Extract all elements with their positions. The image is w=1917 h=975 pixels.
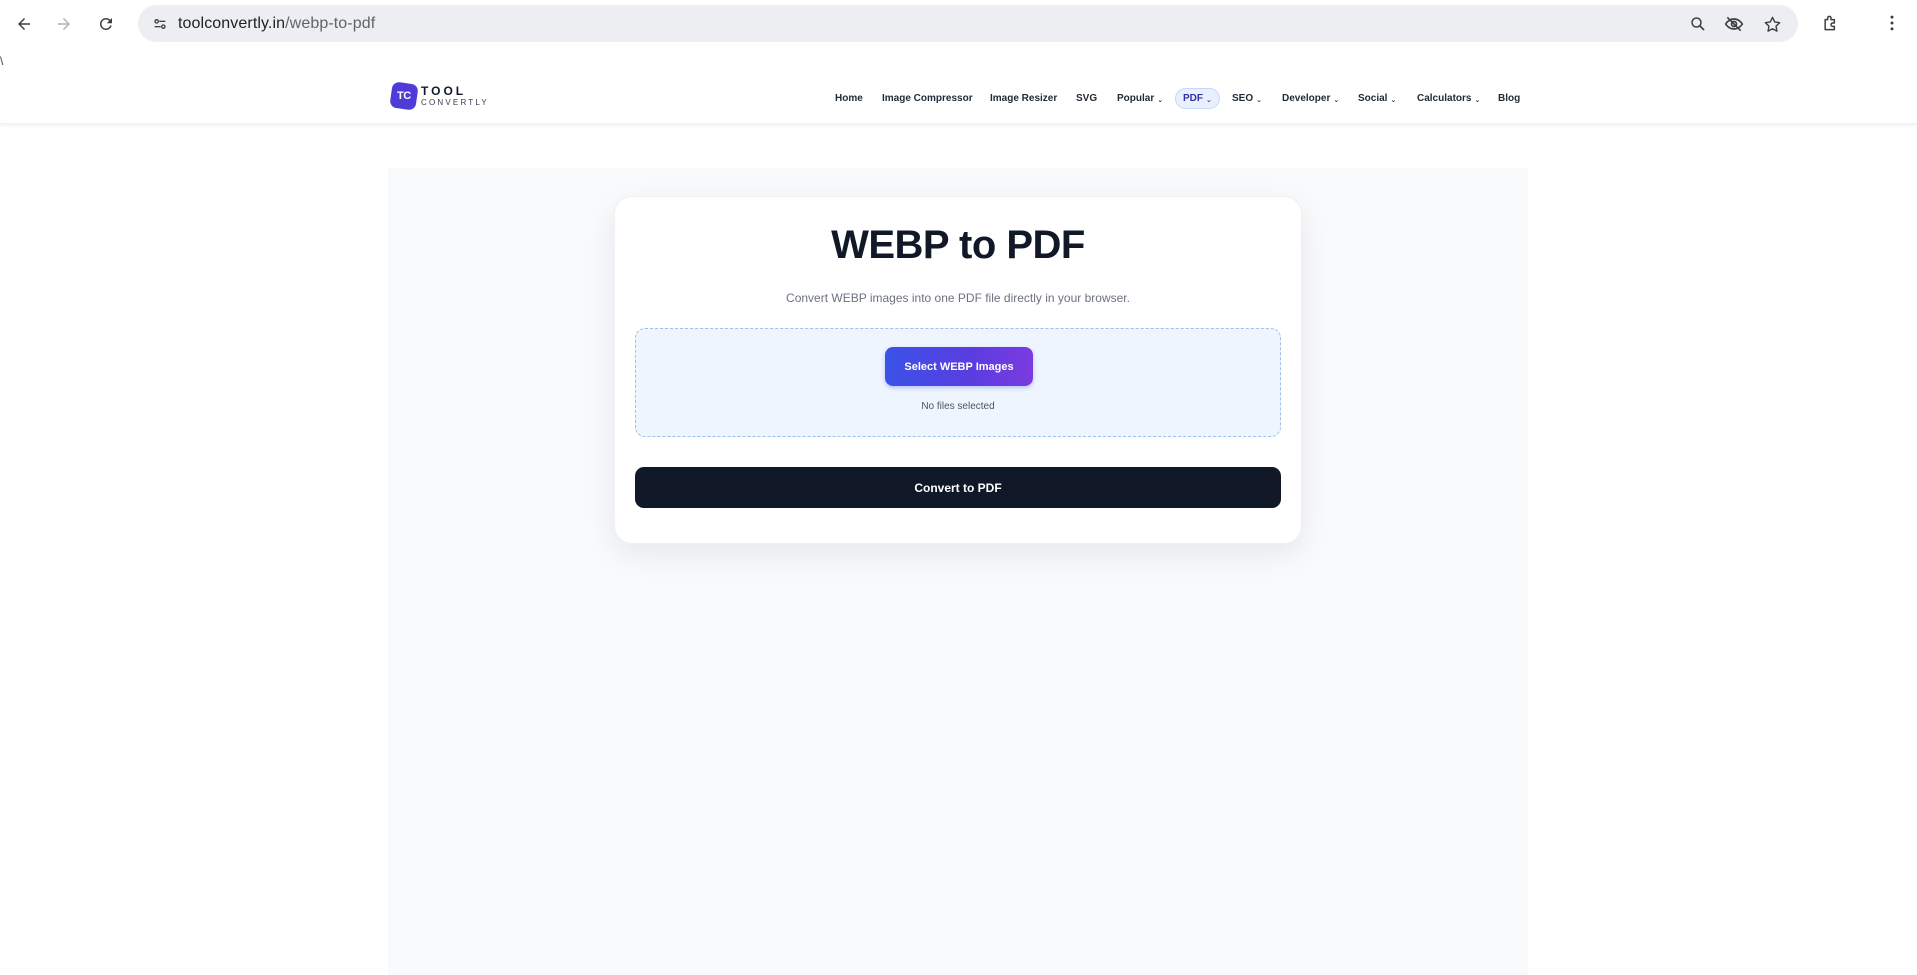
nav-item-popular[interactable]: Popular ⌄ (1117, 88, 1163, 109)
nav-label: Developer (1282, 93, 1331, 104)
chevron-down-icon: ⌄ (1256, 97, 1262, 104)
nav-label: Calculators (1417, 93, 1472, 104)
nav-item-image-resizer[interactable]: Image Resizer (990, 88, 1057, 109)
eye-off-icon[interactable] (1723, 13, 1745, 35)
chevron-down-icon: ⌄ (1157, 97, 1164, 104)
logo-mark-text: TC (397, 89, 411, 102)
nav-label: Social (1358, 93, 1388, 104)
site-header: TC TOOL CONVERTLY Home Image Compressor … (0, 72, 1917, 124)
chevron-down-icon: ⌄ (1390, 97, 1397, 104)
nav-item-svg[interactable]: SVG (1076, 88, 1097, 109)
converter-card: WEBP to PDF Convert WEBP images into one… (614, 196, 1302, 544)
extensions-icon[interactable] (1819, 11, 1843, 35)
logo-line-2: CONVERTLY (421, 98, 489, 107)
zoom-icon[interactable] (1687, 13, 1709, 35)
nav-label: Blog (1498, 93, 1521, 104)
nav-item-image-compressor[interactable]: Image Compressor (882, 88, 973, 109)
forward-arrow-icon[interactable] (50, 10, 78, 38)
url-host: toolconvertly.in (178, 15, 286, 32)
logo-text: TOOL CONVERTLY (421, 85, 489, 107)
file-status-text: No files selected (921, 401, 995, 412)
chevron-down-icon: ⌄ (1474, 97, 1481, 104)
nav-item-developer[interactable]: Developer ⌄ (1282, 88, 1339, 109)
nav-label: PDF (1183, 93, 1203, 104)
convert-to-pdf-button[interactable]: Convert to PDF (635, 467, 1281, 508)
nav-item-blog[interactable]: Blog (1498, 88, 1520, 109)
nav-label: Home (835, 93, 863, 104)
nav-label: SEO (1232, 93, 1254, 104)
star-icon[interactable] (1761, 13, 1783, 35)
url-text: toolconvertly.in/webp-to-pdf (178, 15, 375, 33)
browser-toolbar: toolconvertly.in/webp-to-pdf (0, 0, 1917, 49)
logo-line-1: TOOL (421, 84, 467, 98)
file-dropzone[interactable]: Select WEBP Images No files selected (635, 328, 1281, 437)
logo-mark: TC (389, 81, 419, 111)
chevron-down-icon: ⌄ (1206, 97, 1212, 104)
url-path: /webp-to-pdf (285, 15, 376, 32)
nav-label: Image Compressor (882, 93, 973, 104)
stray-character: \ (0, 54, 4, 68)
nav-item-home[interactable]: Home (835, 88, 863, 109)
nav-label: Popular (1117, 93, 1155, 104)
menu-icon[interactable] (1880, 11, 1904, 35)
chevron-down-icon: ⌄ (1333, 97, 1340, 104)
back-arrow-icon[interactable] (10, 10, 38, 38)
site-logo[interactable]: TC TOOL CONVERTLY (389, 81, 489, 111)
site-info-icon[interactable] (148, 12, 172, 36)
nav-item-seo[interactable]: SEO ⌄ (1232, 88, 1262, 109)
nav-item-social[interactable]: Social ⌄ (1358, 88, 1396, 109)
nav-item-calculators[interactable]: Calculators ⌄ (1417, 88, 1480, 109)
address-bar[interactable]: toolconvertly.in/webp-to-pdf (138, 5, 1798, 42)
select-images-button[interactable]: Select WEBP Images (885, 347, 1033, 386)
page-title: WEBP to PDF (831, 223, 1085, 267)
page-subtitle: Convert WEBP images into one PDF file di… (786, 291, 1130, 305)
nav-label: SVG (1076, 93, 1098, 104)
reload-icon[interactable] (92, 10, 120, 38)
nav-label: Image Resizer (990, 93, 1058, 104)
nav-item-pdf[interactable]: PDF ⌄ (1175, 88, 1220, 109)
